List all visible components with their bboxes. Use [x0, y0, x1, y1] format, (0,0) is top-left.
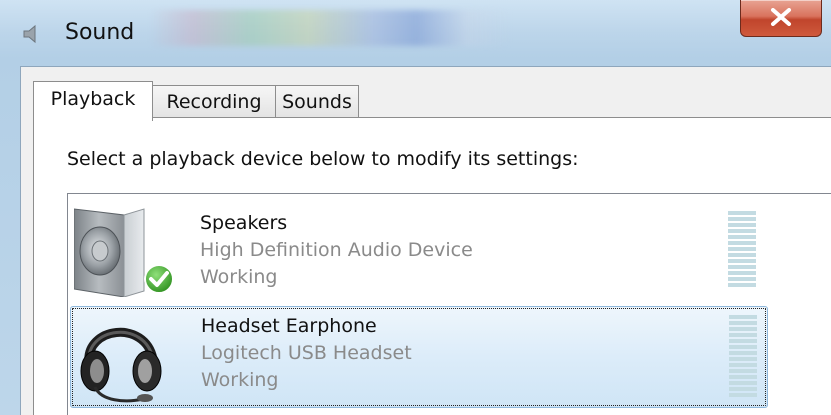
- device-item-speakers[interactable]: Speakers High Definition Audio Device Wo…: [70, 199, 768, 301]
- dialog-body: Playback Recording Sounds Select a playb…: [20, 66, 831, 415]
- default-device-check-icon: [143, 263, 175, 299]
- sound-dialog: Sound Playback Recording Sounds Select a…: [0, 0, 831, 415]
- close-x-icon: [771, 8, 791, 26]
- tab-sounds[interactable]: Sounds: [275, 85, 359, 118]
- playback-tab-content: Select a playback device below to modify…: [33, 117, 831, 415]
- device-status-headset-earphone: Working: [201, 369, 279, 391]
- title-bar-glass: [150, 10, 510, 46]
- device-description-headset-earphone: Logitech USB Headset: [201, 342, 412, 364]
- headset-device-icon: [75, 309, 175, 403]
- device-name-headset-earphone: Headset Earphone: [201, 315, 377, 337]
- device-item-headset-earphone[interactable]: Headset Earphone Logitech USB Headset Wo…: [70, 306, 768, 408]
- title-bar[interactable]: Sound: [0, 0, 831, 64]
- tab-playback[interactable]: Playback: [33, 81, 153, 121]
- window-title: Sound: [65, 20, 135, 45]
- volume-meter-headset-earphone: [729, 315, 757, 399]
- device-name-speakers: Speakers: [200, 212, 288, 234]
- playback-device-list[interactable]: Speakers High Definition Audio Device Wo…: [67, 193, 831, 415]
- instruction-text: Select a playback device below to modify…: [67, 148, 579, 170]
- close-button[interactable]: [740, 0, 822, 37]
- device-description-speakers: High Definition Audio Device: [200, 239, 473, 261]
- volume-meter-speakers: [728, 211, 756, 289]
- speaker-icon: [22, 24, 42, 44]
- device-status-speakers: Working: [200, 266, 278, 288]
- tab-recording[interactable]: Recording: [152, 85, 276, 118]
